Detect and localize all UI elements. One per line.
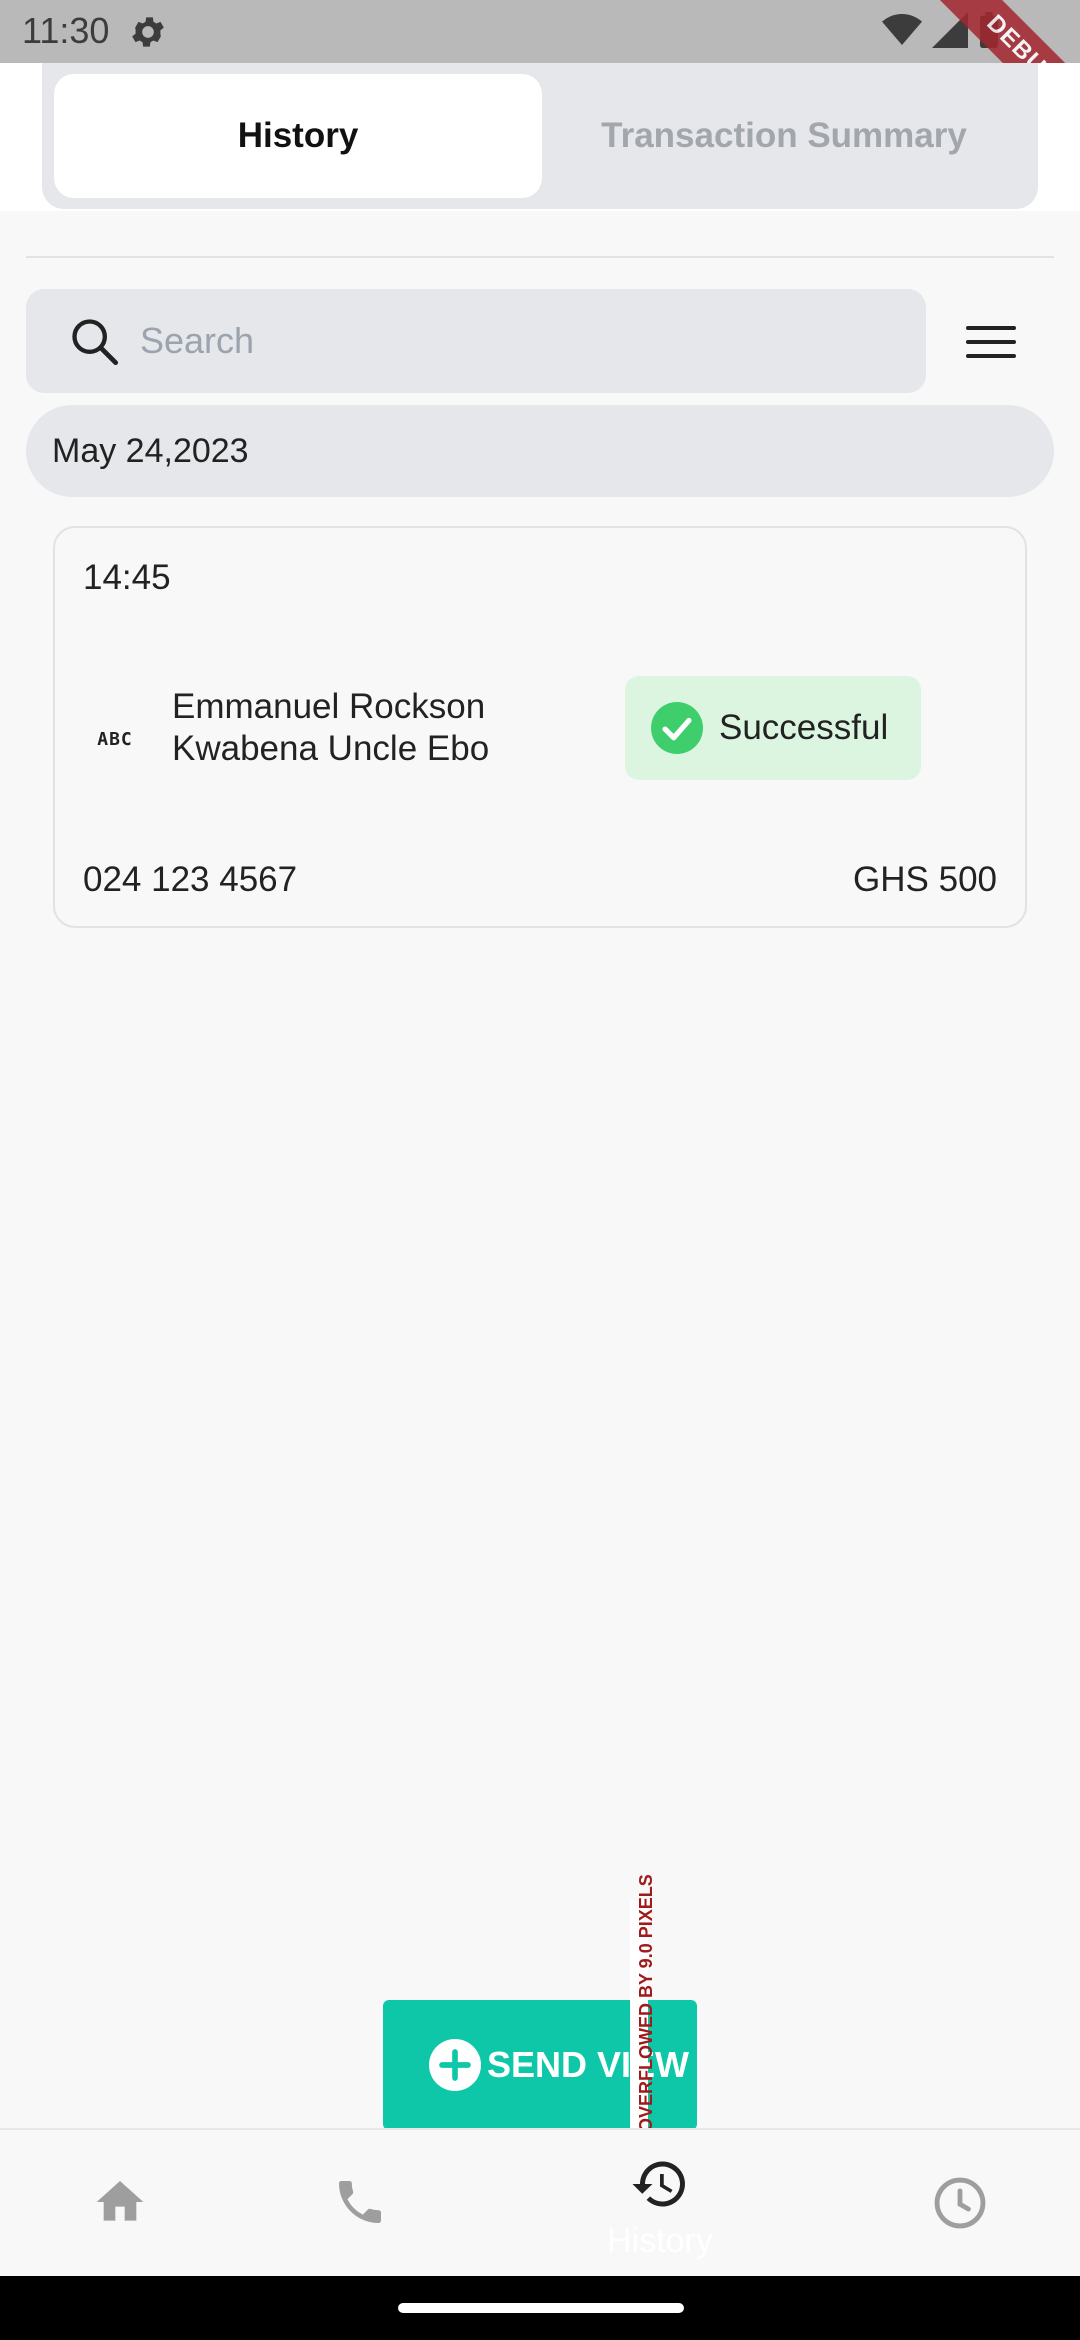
- phone-icon: [339, 2181, 381, 2223]
- abc-icon: ABC: [97, 729, 133, 750]
- clock-icon: [934, 2177, 986, 2229]
- recipient-name: Emmanuel Rockson Kwabena Uncle Ebo: [172, 687, 490, 768]
- transaction-time: 14:45: [83, 558, 171, 597]
- transaction-amount: GHS 500: [853, 860, 997, 899]
- nav-clock[interactable]: [880, 2130, 1040, 2278]
- screen: 11:30 DEBUG History Transaction Summary: [0, 0, 1080, 2340]
- transaction-card[interactable]: 14:45 ABC Emmanuel Rockson Kwabena Uncle…: [53, 526, 1027, 928]
- home-icon: [96, 2181, 144, 2221]
- history-icon: [632, 2161, 685, 2207]
- date-header: May 24,2023: [26, 405, 1054, 497]
- phone-number: 024 123 4567: [83, 860, 298, 899]
- search-input[interactable]: [140, 289, 900, 393]
- nav-history-label: History: [607, 2222, 713, 2260]
- menu-icon[interactable]: [966, 320, 1016, 364]
- search-icon: [72, 319, 119, 366]
- status-time: 11:30: [22, 10, 110, 51]
- status-badge: Successful: [625, 676, 921, 780]
- search-bar[interactable]: [26, 289, 926, 393]
- header: History Transaction Summary: [0, 63, 1080, 211]
- status-text: Successful: [719, 708, 889, 747]
- divider: [26, 256, 1054, 258]
- overflow-warning-text: OVERFLOWED BY 9.0 PIXELS: [636, 1874, 656, 2132]
- settings-gear-icon: [132, 17, 164, 47]
- nav-home[interactable]: [40, 2130, 200, 2278]
- system-navigation-bar: [0, 2276, 1080, 2340]
- segmented-tabs: History Transaction Summary: [42, 63, 1038, 209]
- nav-phone[interactable]: [280, 2130, 440, 2278]
- svg-text:ABC: ABC: [97, 729, 133, 750]
- add-circle-icon: [429, 2039, 481, 2091]
- check-circle-icon: [651, 702, 703, 754]
- bottom-navigation: History: [0, 2128, 1080, 2276]
- nav-history[interactable]: History: [580, 2130, 740, 2278]
- send-view-label: SEND VIEW: [487, 2044, 690, 2085]
- wifi-icon: [882, 14, 922, 45]
- tab-transaction-summary[interactable]: Transaction Summary: [542, 74, 1026, 198]
- home-gesture-handle[interactable]: [398, 2303, 684, 2313]
- status-bar: 11:30 DEBUG: [0, 0, 1080, 149]
- tab-history[interactable]: History: [54, 74, 542, 198]
